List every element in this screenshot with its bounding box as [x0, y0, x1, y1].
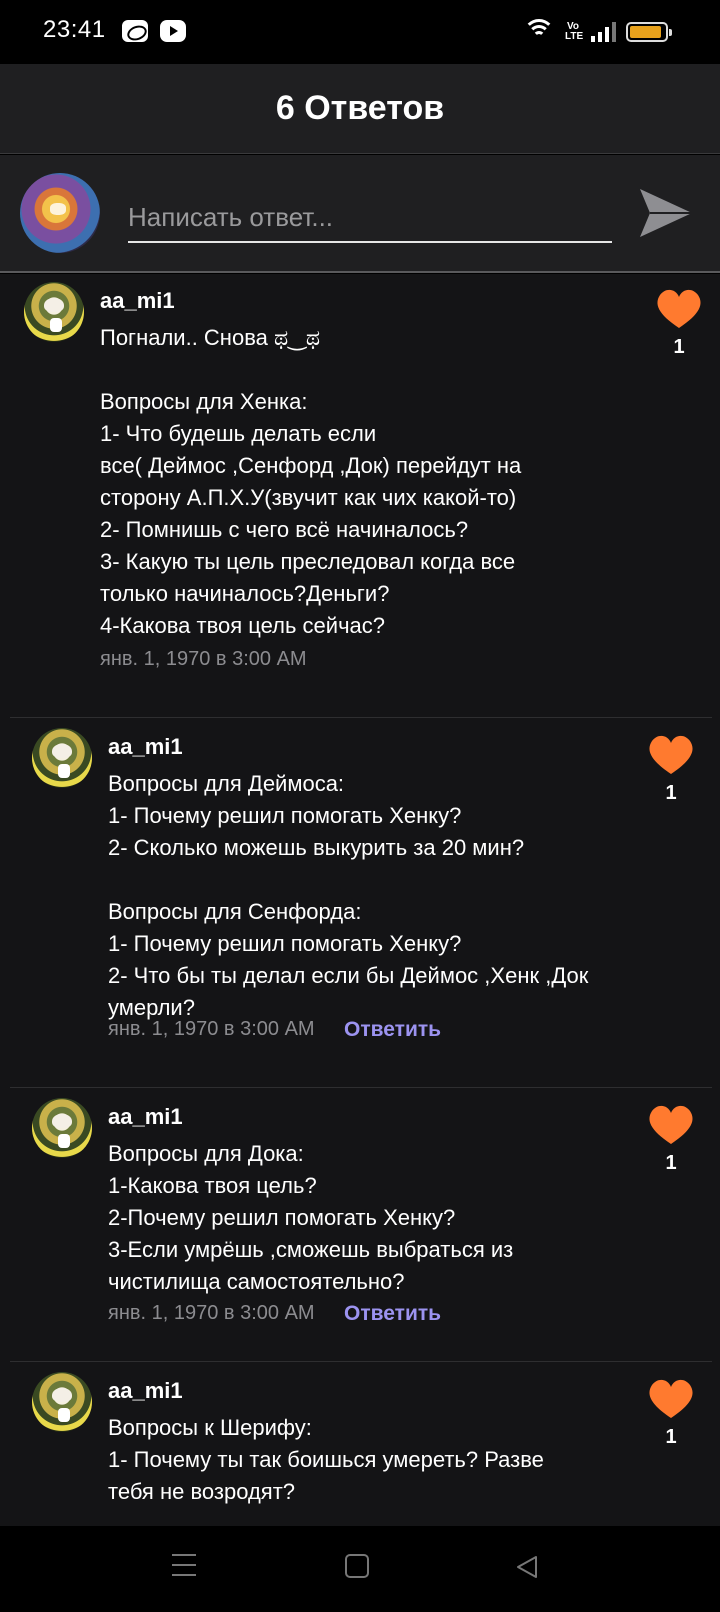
comment-text: Вопросы для Деймоса: 1- Почему решил пом…	[108, 771, 589, 1020]
like-count: 1	[665, 782, 677, 804]
reply-button[interactable]: Ответить	[344, 1302, 441, 1326]
like-button[interactable]	[654, 286, 704, 330]
replies-list: aa_mi1 Погнали.. Снова ಥ‿ಥ Вопросы для Х…	[0, 274, 720, 1526]
like-button[interactable]	[646, 732, 696, 776]
like-button[interactable]	[646, 1376, 696, 1420]
list-item: aa_mi1 Погнали.. Снова ಥ‿ಥ Вопросы для Х…	[0, 274, 720, 698]
heart-icon	[649, 735, 693, 774]
battery-level	[630, 26, 661, 38]
avatar[interactable]	[24, 282, 84, 342]
comment-date: янв. 1, 1970 в 3:00 AM	[108, 1302, 315, 1324]
avatar[interactable]	[32, 1098, 92, 1158]
home-button[interactable]	[345, 1554, 369, 1578]
like-button[interactable]	[646, 1102, 696, 1146]
page-title: 6 Ответов	[275, 89, 445, 127]
username[interactable]: aa_mi1	[108, 1378, 183, 1404]
signal-icon	[591, 22, 616, 42]
heart-icon	[649, 1105, 693, 1144]
heart-icon	[649, 1379, 693, 1418]
avatar[interactable]	[32, 1372, 92, 1432]
comment-text: Погнали.. Снова ಥ‿ಥ Вопросы для Хенка: 1…	[100, 325, 522, 638]
status-indicators: Vo LTE	[523, 18, 672, 46]
youtube-icon	[160, 20, 186, 42]
list-item: aa_mi1 Вопросы для Дока: 1-Какова твоя ц…	[0, 1088, 720, 1360]
comment-text: Вопросы к Шерифу: 1- Почему ты так боишь…	[108, 1415, 544, 1504]
send-button[interactable]	[636, 185, 696, 241]
like-count: 1	[665, 1152, 677, 1174]
comment-date: янв. 1, 1970 в 3:00 AM	[108, 1018, 315, 1040]
list-item: aa_mi1 Вопросы для Деймоса: 1- Почему ре…	[0, 718, 720, 1078]
heart-icon	[657, 289, 701, 328]
username[interactable]: aa_mi1	[108, 1104, 183, 1130]
username[interactable]: aa_mi1	[100, 288, 175, 314]
back-icon	[517, 1556, 537, 1578]
like-count: 1	[665, 1426, 677, 1448]
battery-icon	[626, 22, 672, 42]
reply-button[interactable]: Ответить	[344, 1018, 441, 1042]
reply-input[interactable]	[128, 193, 612, 243]
avatar[interactable]	[32, 728, 92, 788]
reply-composer	[0, 155, 720, 273]
header: 6 Ответов	[0, 64, 720, 154]
status-bar: 23:41 Vo LTE	[0, 0, 720, 64]
volte-icon: Vo LTE	[565, 21, 584, 42]
back-button[interactable]	[514, 1554, 540, 1580]
recent-apps-button[interactable]	[172, 1554, 196, 1578]
username[interactable]: aa_mi1	[108, 734, 183, 760]
current-user-avatar	[20, 173, 100, 253]
wifi-icon	[523, 19, 555, 45]
list-item: aa_mi1 Вопросы к Шерифу: 1- Почему ты та…	[0, 1362, 720, 1526]
app-notification-icon	[122, 20, 148, 42]
system-nav-bar	[0, 1526, 720, 1612]
like-count: 1	[673, 336, 685, 358]
comment-text: Вопросы для Дока: 1-Какова твоя цель? 2-…	[108, 1141, 514, 1294]
status-time: 23:41	[43, 16, 106, 43]
send-icon	[640, 189, 692, 237]
comment-date: янв. 1, 1970 в 3:00 AM	[100, 648, 307, 670]
